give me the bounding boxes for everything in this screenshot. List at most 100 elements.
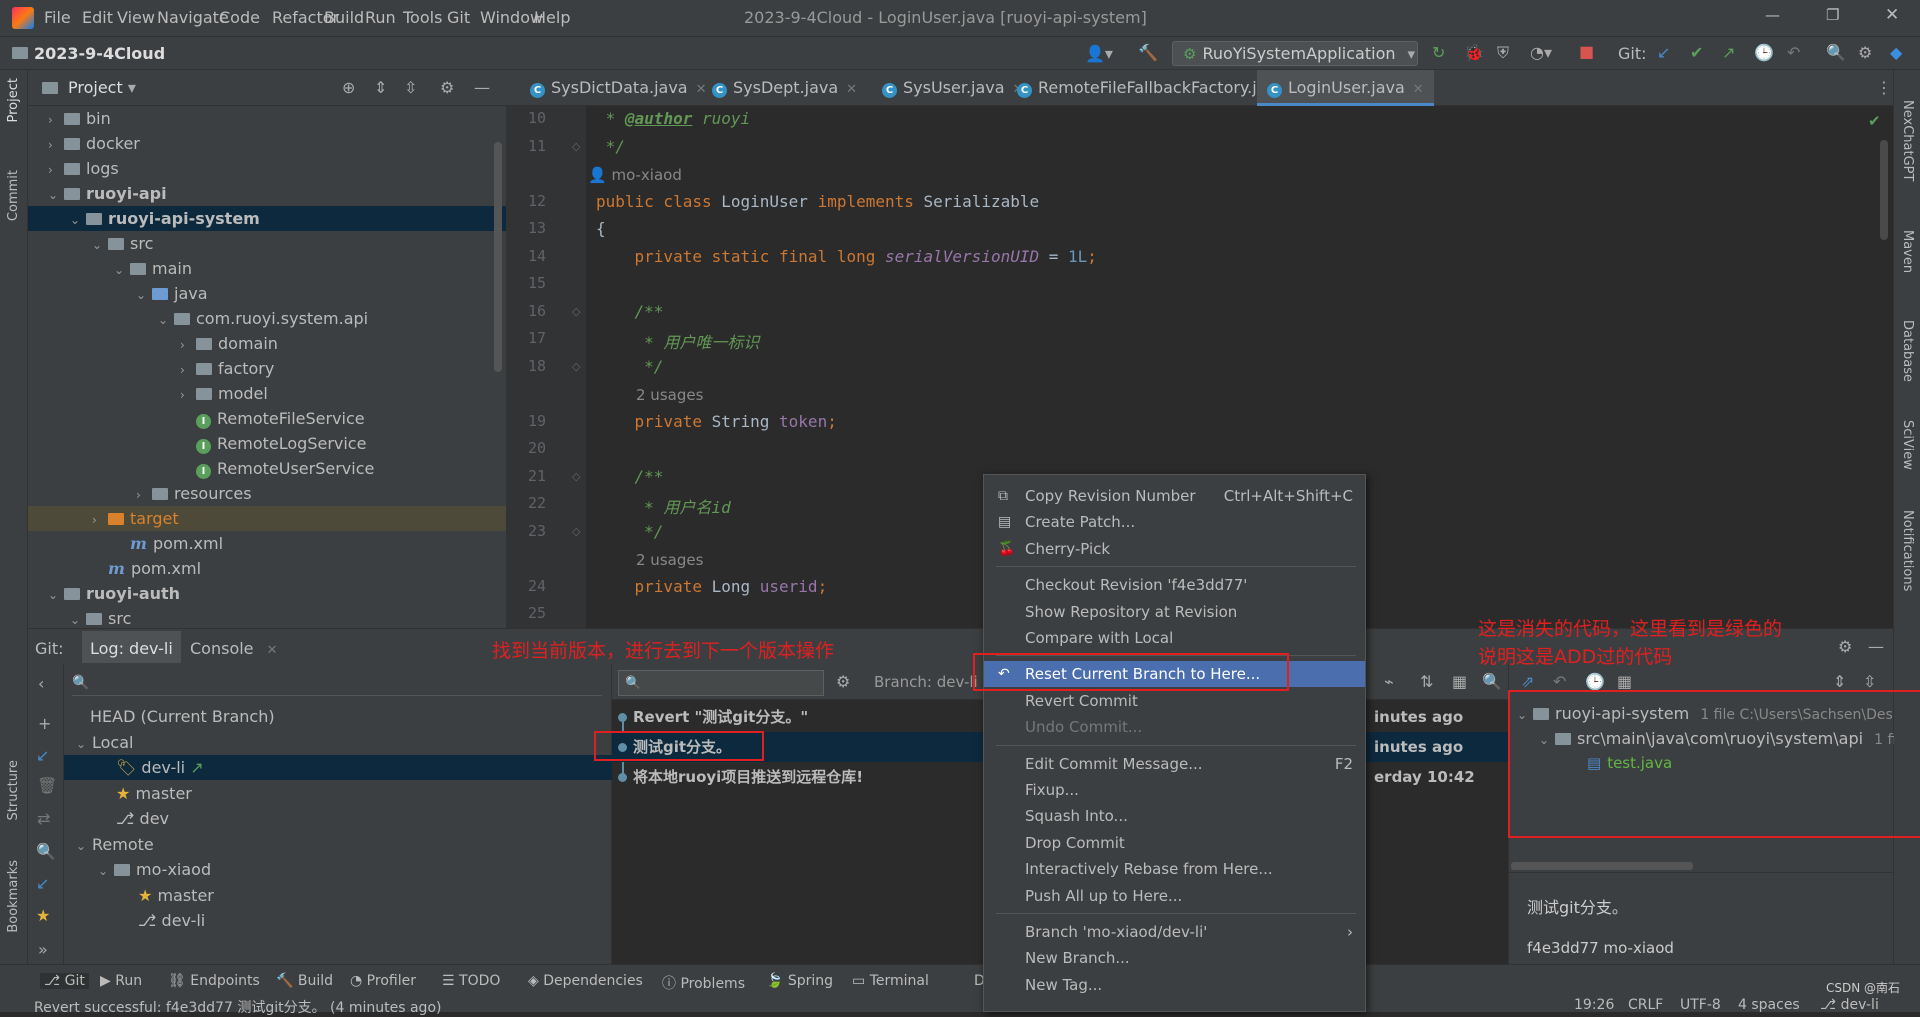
revert-icon[interactable]: ↶	[1553, 672, 1566, 691]
fetch-blue-icon[interactable]: ↙	[36, 874, 49, 893]
fold-marker-icon[interactable]: ◇	[572, 305, 580, 318]
tree-node[interactable]: › domain	[28, 331, 506, 356]
menu-navigate[interactable]: Navigate	[157, 8, 229, 27]
log-settings-icon[interactable]: ⚙	[836, 672, 850, 691]
tab-console[interactable]: Console ✕	[190, 639, 278, 658]
back-icon[interactable]: ‹	[38, 674, 44, 693]
menu-item-create-patch[interactable]: ▤ Create Patch...	[984, 509, 1365, 535]
tool-spring[interactable]: 🍃 Spring	[766, 973, 833, 989]
tree-node[interactable]: › resources	[28, 481, 506, 506]
git-panel-hide-icon[interactable]: —	[1868, 637, 1884, 656]
project-scrollbar[interactable]	[494, 142, 502, 372]
menu-code[interactable]: Code	[219, 8, 260, 27]
menu-view[interactable]: View	[117, 8, 155, 27]
rerun-icon[interactable]: ↻	[1432, 43, 1445, 62]
tree-node[interactable]: ⌄ ruoyi-auth	[28, 581, 506, 606]
settings-gear-icon[interactable]: ⚙	[1858, 43, 1872, 62]
tab-log-dev-li[interactable]: Log: dev-li	[82, 631, 181, 663]
locate-icon[interactable]: ⊕	[342, 78, 355, 97]
close-icon[interactable]: ✕	[846, 82, 857, 97]
log-search-input[interactable]: 🔍	[618, 670, 824, 696]
git-rollback-icon[interactable]: ↶	[1787, 43, 1800, 62]
cherry-pick-icon[interactable]: ⌁	[1384, 672, 1394, 691]
menu-item-new-tag[interactable]: New Tag...	[984, 972, 1365, 998]
branch-item[interactable]: ★ master	[64, 781, 612, 806]
menu-item-interactively-rebase-from-here[interactable]: Interactively Rebase from Here...	[984, 856, 1365, 882]
caret-position[interactable]: 19:26	[1574, 997, 1614, 1013]
more-icon[interactable]: »	[38, 940, 48, 959]
menu-item-branch-mo-xiaod-dev-li[interactable]: Branch 'mo-xiaod/dev-li' ›	[984, 919, 1365, 945]
branch-item[interactable]: ⎇ dev	[64, 806, 612, 831]
search-icon[interactable]: 🔍	[1826, 43, 1846, 62]
run-config-select[interactable]: ⚙ RuoYiSystemApplication ▾	[1172, 41, 1418, 66]
branch-item[interactable]: ⎇ dev-li	[64, 908, 612, 933]
tab-sysdictdata-java[interactable]: C SysDictData.java ✕	[520, 70, 717, 106]
tree-node[interactable]: m pom.xml	[28, 556, 506, 581]
group-icon[interactable]: ▦	[1617, 672, 1632, 691]
branch-item[interactable]: ⌄ Local	[64, 730, 612, 755]
sciview-tool-tab[interactable]: SciView	[1900, 420, 1915, 470]
gear-icon[interactable]: ⚙	[440, 78, 454, 97]
tree-node[interactable]: I RemoteFileService	[28, 406, 506, 431]
chatgpt-tool-tab[interactable]: NexChatGPT	[1900, 100, 1915, 181]
expand-all-icon[interactable]: ⇕	[374, 78, 387, 97]
tab-loginuser-java[interactable]: C LoginUser.java ✕	[1257, 70, 1434, 106]
commit-tool-tab[interactable]: Commit	[6, 170, 21, 221]
tree-node[interactable]: I RemoteUserService	[28, 456, 506, 481]
git-update-icon[interactable]: ↙	[1657, 43, 1670, 62]
tree-node[interactable]: ⌄ ruoyi-api	[28, 181, 506, 206]
tool-endpoints[interactable]: ⛓ Endpoints	[168, 973, 260, 989]
menu-tools[interactable]: Tools	[403, 8, 442, 27]
fold-marker-icon[interactable]: ◇	[572, 525, 580, 538]
fold-marker-icon[interactable]: ◇	[572, 360, 580, 373]
project-tool-tab[interactable]: Project	[6, 78, 21, 122]
update-icon[interactable]: ↙	[36, 746, 49, 765]
diff-icon[interactable]: ⇗	[1521, 672, 1534, 691]
branch-item[interactable]: ⌄ Remote	[64, 832, 612, 857]
tree-node[interactable]: ⌄ main	[28, 256, 506, 281]
menu-git[interactable]: Git	[447, 8, 470, 27]
current-branch[interactable]: ⎇ dev-li	[1820, 997, 1879, 1013]
menu-item-fixup[interactable]: Fixup...	[984, 777, 1365, 803]
menu-item-edit-commit-message[interactable]: Edit Commit Message... F2	[984, 751, 1365, 777]
menu-item-copy-revision-number[interactable]: ⧉ Copy Revision Number Ctrl+Alt+Shift+C	[984, 483, 1365, 509]
maven-tool-tab[interactable]: Maven	[1900, 230, 1915, 273]
project-panel-title[interactable]: Project ▾	[68, 78, 136, 97]
tree-node[interactable]: › docker	[28, 131, 506, 156]
indent-setting[interactable]: 4 spaces	[1738, 997, 1800, 1013]
fetch-icon[interactable]: ⇄	[37, 809, 50, 828]
search-log-icon[interactable]: 🔍	[1482, 672, 1502, 691]
favorite-star-icon[interactable]: ★	[36, 906, 50, 925]
menu-file[interactable]: File	[44, 8, 71, 27]
tool-problems[interactable]: ⓘ Problems	[662, 973, 745, 993]
tool-run[interactable]: ▶ Run	[100, 973, 142, 989]
tree-node[interactable]: › target	[28, 506, 506, 531]
menu-item-squash-into[interactable]: Squash Into...	[984, 803, 1365, 829]
menu-build[interactable]: Build	[324, 8, 364, 27]
structure-tool-tab[interactable]: Structure	[6, 760, 21, 820]
notifications-tool-tab[interactable]: Notifications	[1900, 510, 1915, 591]
project-breadcrumb[interactable]: 2023-9-4Cloud	[34, 44, 165, 63]
menu-item-new-branch[interactable]: New Branch...	[984, 945, 1365, 971]
file-encoding[interactable]: UTF-8	[1680, 997, 1721, 1013]
details-hscroll[interactable]	[1511, 862, 1693, 870]
tool-terminal[interactable]: ▭ Terminal	[852, 973, 929, 989]
layout-icon[interactable]: ▦	[1452, 672, 1467, 691]
fold-marker-icon[interactable]: ◇	[572, 470, 580, 483]
git-commit-icon[interactable]: ✔	[1690, 43, 1703, 62]
tree-node[interactable]: I RemoteLogService	[28, 431, 506, 456]
user-icon[interactable]: 👤▾	[1085, 44, 1113, 63]
branch-item[interactable]: ⌄ mo-xiaod	[64, 857, 612, 882]
close-icon[interactable]: ✕	[1413, 82, 1424, 97]
branch-item[interactable]: ★ master	[64, 883, 612, 908]
tool-git[interactable]: ⎇ Git	[40, 973, 89, 989]
tabs-menu-icon[interactable]: ⋮	[1876, 78, 1892, 97]
debug-icon[interactable]: 🐞	[1464, 43, 1484, 62]
menu-help[interactable]: Help	[534, 8, 570, 27]
details-divider[interactable]	[1509, 872, 1894, 873]
tree-node[interactable]: m pom.xml	[28, 531, 506, 556]
branch-item[interactable]: 🏷 dev-li ↗	[64, 755, 612, 780]
sort-icon[interactable]: ⇅	[1420, 672, 1433, 691]
collapse-all-icon[interactable]: ⇳	[404, 78, 417, 97]
git-push-icon[interactable]: ↗	[1722, 43, 1735, 62]
